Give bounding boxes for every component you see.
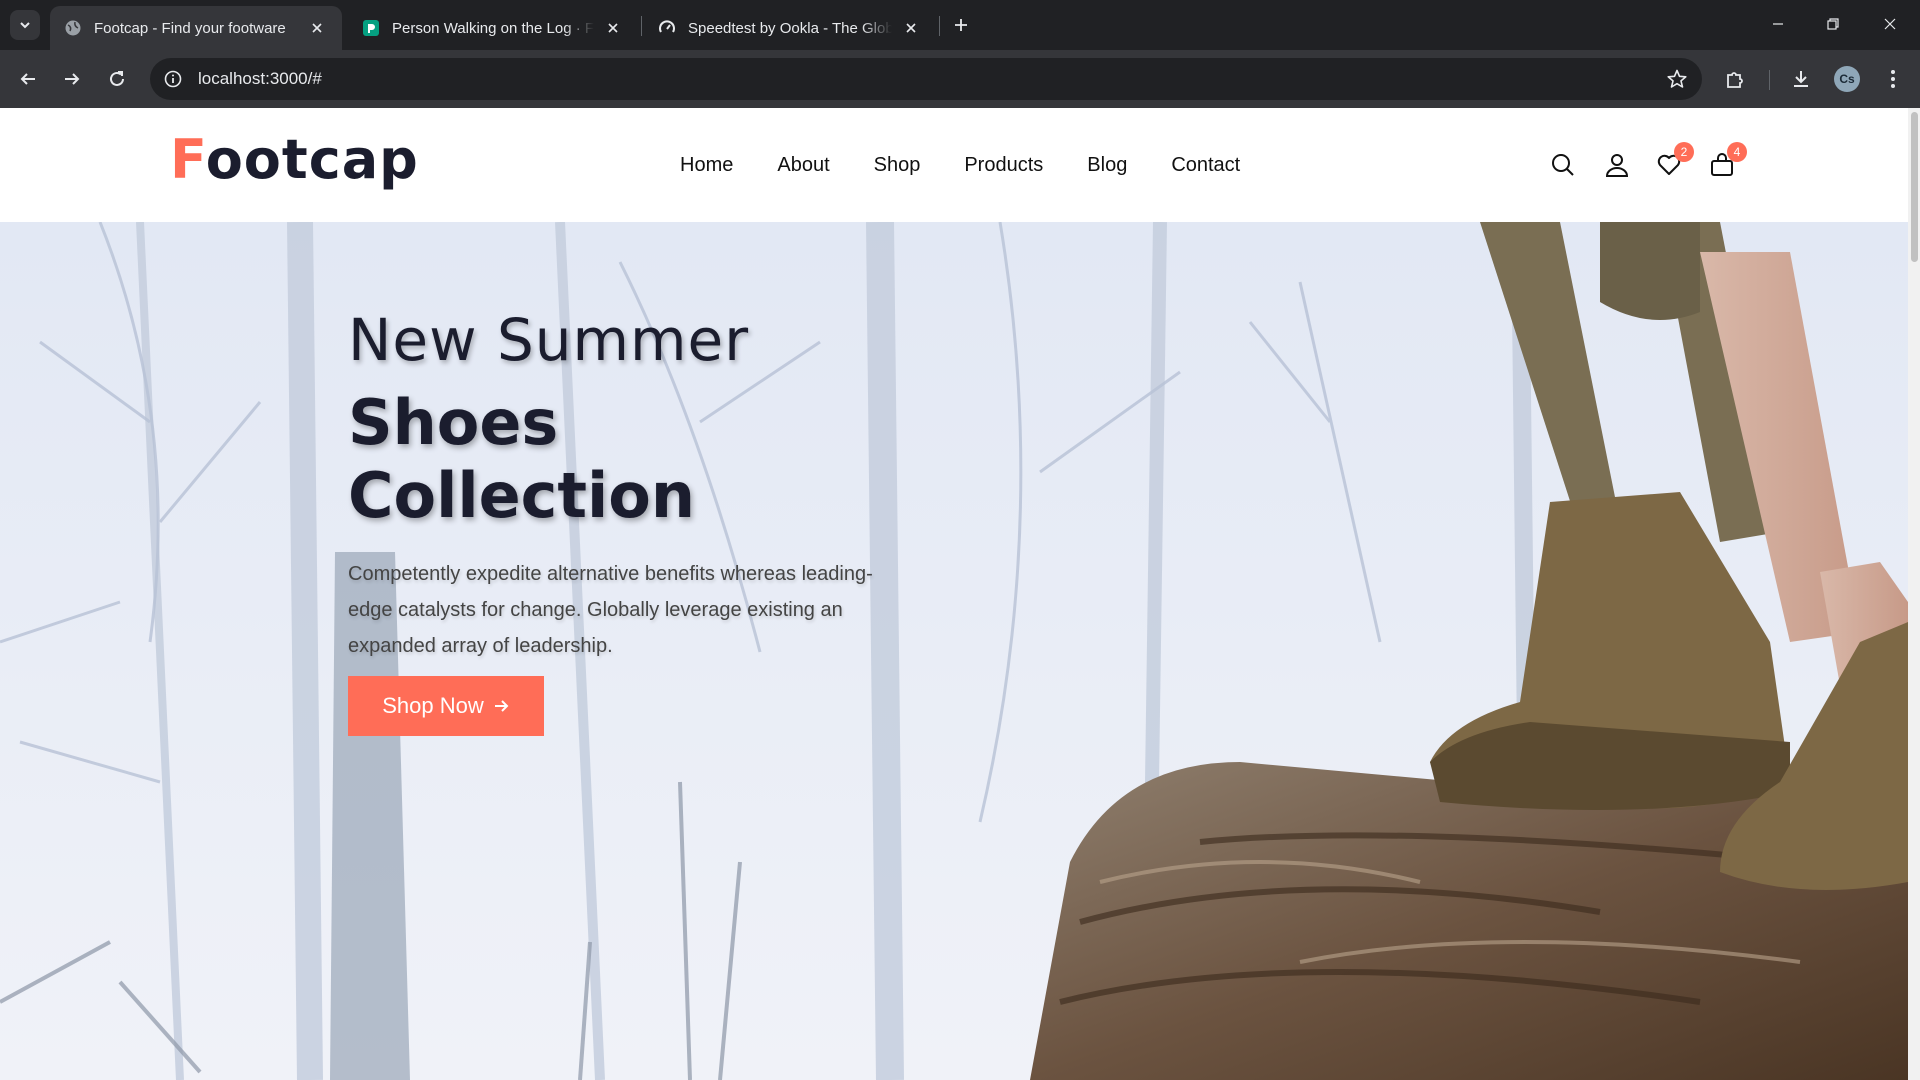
arrow-left-icon [20,73,35,85]
speedtest-icon [658,19,676,37]
more-vertical-icon [1891,70,1895,88]
nav-about[interactable]: About [777,154,829,177]
wishlist-count-badge: 2 [1674,142,1694,162]
arrow-right-icon [65,73,80,85]
downloads-button[interactable] [1787,65,1815,93]
shop-now-label: Shop Now [382,693,484,718]
arrow-right-icon [492,697,510,715]
site-logo[interactable]: Footcap [170,128,419,191]
search-button[interactable] [1546,148,1580,182]
tab-separator [939,16,940,36]
hero-subtitle: New Summer [348,306,750,374]
forward-button[interactable] [56,63,88,95]
hero-background-image [0,222,1908,1080]
tab-strip: Footcap - Find your footware Person Walk… [0,0,1920,50]
reload-icon [110,71,124,86]
hero-description: Competently expedite alternative benefit… [348,563,873,657]
reload-button[interactable] [101,63,133,95]
close-icon[interactable] [602,17,624,39]
pexels-icon [362,19,380,37]
restore-button[interactable] [1815,8,1851,40]
page-scrollbar[interactable] [1908,108,1920,1080]
close-icon[interactable] [900,17,922,39]
globe-icon [64,19,82,37]
main-nav: Home About Shop Products Blog Contact [680,154,1284,177]
download-icon [1794,71,1808,87]
close-icon [1884,18,1896,30]
tab-footcap[interactable]: Footcap - Find your footware [50,6,342,50]
wishlist-button[interactable]: 2 [1652,142,1694,182]
address-bar[interactable]: localhost:3000/# [150,58,1702,100]
scrollbar-thumb[interactable] [1911,112,1918,262]
tab-title: Speedtest by Ookla - The Global [688,19,892,37]
toolbar-separator [1769,70,1770,90]
browser-menu-button[interactable] [1879,65,1907,93]
window-close-button[interactable] [1872,8,1908,40]
hero-title: Shoes Collection [348,386,696,532]
account-button[interactable] [1600,148,1634,182]
puzzle-icon [1727,72,1743,88]
tab-pexels[interactable]: Person Walking on the Log · Free [348,6,638,50]
chevron-down-icon [20,22,30,29]
nav-home[interactable]: Home [680,154,733,177]
shop-now-button[interactable]: Shop Now [348,676,544,736]
nav-blog[interactable]: Blog [1087,154,1127,177]
profile-avatar[interactable]: Cs [1834,66,1860,92]
tab-title: Footcap - Find your footware [94,19,286,37]
minimize-icon [1773,23,1783,25]
tab-search-button[interactable] [10,10,40,40]
tab-separator [641,16,642,36]
close-icon[interactable] [306,17,328,39]
plus-icon [955,19,967,31]
browser-toolbar: localhost:3000/# Cs [0,50,1920,108]
url-text[interactable]: localhost:3000/# [198,69,322,89]
search-icon [1552,154,1574,176]
tab-speedtest[interactable]: Speedtest by Ookla - The Global [644,6,936,50]
bookmark-star-icon[interactable] [1666,68,1688,90]
hero-content: New Summer Shoes Collection Competently … [348,306,908,664]
tab-title: Person Walking on the Log · Free [392,19,594,37]
site-header: Footcap Home About Shop Products Blog Co… [0,108,1908,222]
hero-banner: New Summer Shoes Collection Competently … [0,222,1908,1080]
new-tab-button[interactable] [948,12,974,38]
nav-contact[interactable]: Contact [1171,154,1240,177]
nav-products[interactable]: Products [964,154,1043,177]
extensions-button[interactable] [1721,65,1749,93]
cart-count-badge: 4 [1727,142,1747,162]
page-viewport: Footcap Home About Shop Products Blog Co… [0,108,1920,1080]
user-icon [1605,154,1629,177]
restore-icon [1827,18,1839,30]
info-icon[interactable] [162,68,184,90]
minimize-button[interactable] [1760,8,1796,40]
back-button[interactable] [12,63,44,95]
cart-button[interactable]: 4 [1705,142,1747,182]
nav-shop[interactable]: Shop [874,154,921,177]
